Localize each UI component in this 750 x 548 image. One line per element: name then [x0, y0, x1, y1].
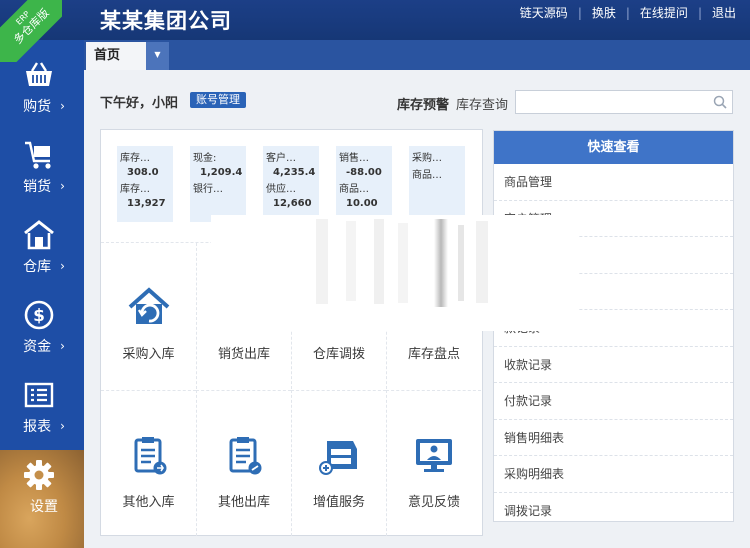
- quick-item-receipts[interactable]: 收款记录: [494, 347, 733, 383]
- gear-icon: [24, 460, 54, 490]
- warehouse-icon: [24, 220, 54, 250]
- quick-item-products[interactable]: 商品管理: [494, 164, 733, 201]
- summary-card-customer[interactable]: 客户… 4,235.4 供应… 12,660: [263, 146, 319, 222]
- cart-icon: [25, 141, 51, 169]
- sidebar-item-reports[interactable]: 报表 ›: [0, 370, 84, 446]
- summary-cards: 库存… 308.0 库存… 13,927 现金: 1,209.4 银行… 客户……: [117, 146, 477, 226]
- search-icon[interactable]: [713, 95, 727, 109]
- shortcut-other-in[interactable]: 其他入库: [101, 390, 196, 536]
- quick-view-title: 快速查看: [494, 131, 733, 164]
- link-logout[interactable]: 退出: [712, 4, 736, 21]
- sidebar: 购货 › 销货 › 仓库 › $ 资金 › 报表 › 设置: [0, 40, 84, 548]
- account-manage-button[interactable]: 账号管理: [190, 92, 246, 108]
- edition-badge: ERP 多仓库版: [0, 0, 62, 62]
- shortcut-purchase-in[interactable]: 采购入库: [101, 243, 196, 389]
- tab-dropdown-button[interactable]: ▼: [146, 42, 169, 70]
- stock-search-box[interactable]: [515, 90, 733, 114]
- cabinet-plus-icon: [319, 441, 357, 475]
- shortcut-value-added[interactable]: 增值服务: [291, 390, 386, 536]
- loading-bars-icon: [316, 219, 488, 307]
- link-source[interactable]: 链天源码: [520, 4, 568, 21]
- sidebar-item-warehouse[interactable]: 仓库 ›: [0, 210, 84, 286]
- basket-icon: [26, 62, 52, 86]
- top-links: 链天源码 | 换肤 | 在线提问 | 退出: [519, 4, 736, 21]
- clipboard-out-icon: [229, 437, 262, 475]
- chevron-right-icon: ›: [60, 179, 65, 193]
- link-online-question[interactable]: 在线提问: [640, 4, 688, 21]
- greeting-text: 下午好，小阳: [100, 96, 179, 111]
- quick-item-transfer-records[interactable]: 调拨记录: [494, 493, 733, 530]
- top-header: 某某集团公司 链天源码 | 换肤 | 在线提问 | 退出: [0, 0, 750, 40]
- dashboard-panel: 库存… 308.0 库存… 13,927 现金: 1,209.4 银行… 客户……: [100, 129, 483, 536]
- company-name: 某某集团公司: [100, 9, 232, 33]
- tab-home[interactable]: 首页: [86, 42, 146, 70]
- quick-item-purchase-detail[interactable]: 采购明细表: [494, 456, 733, 493]
- summary-card-inventory[interactable]: 库存… 308.0 库存… 13,927: [117, 146, 173, 222]
- summary-card-sales[interactable]: 销售… -88.00 商品… 10.00: [336, 146, 392, 222]
- quick-item-payments[interactable]: 付款记录: [494, 383, 733, 420]
- summary-card-purchase[interactable]: 采购… 商品…: [409, 146, 465, 222]
- sidebar-item-settings[interactable]: 设置: [0, 450, 84, 526]
- link-skin[interactable]: 换肤: [592, 4, 616, 21]
- svg-text:$: $: [33, 306, 45, 326]
- stock-warning-link[interactable]: 库存预警: [397, 94, 449, 113]
- summary-card-cash[interactable]: 现金: 1,209.4 银行…: [190, 146, 246, 222]
- monitor-user-icon: [416, 439, 452, 472]
- dollar-icon: $: [24, 300, 54, 330]
- chevron-right-icon: ›: [60, 259, 65, 273]
- clipboard-in-icon: [134, 437, 166, 475]
- chevron-right-icon: ›: [60, 99, 65, 113]
- shortcut-other-out[interactable]: 其他出库: [196, 390, 291, 536]
- stock-query-label: 库存查询: [456, 98, 509, 113]
- shortcut-feedback[interactable]: 意见反馈: [386, 390, 481, 536]
- stock-search-input[interactable]: [516, 91, 706, 113]
- chevron-right-icon: ›: [60, 339, 65, 353]
- report-icon: [24, 382, 54, 408]
- sidebar-item-funds[interactable]: $ 资金 ›: [0, 290, 84, 366]
- chevron-right-icon: ›: [60, 419, 65, 433]
- quick-item-sales-detail[interactable]: 销售明细表: [494, 420, 733, 456]
- sidebar-item-sales[interactable]: 销货 ›: [0, 130, 84, 206]
- loading-overlay: [211, 215, 578, 331]
- house-return-icon: [128, 287, 169, 324]
- tab-bar: 首页 ▼: [84, 40, 750, 70]
